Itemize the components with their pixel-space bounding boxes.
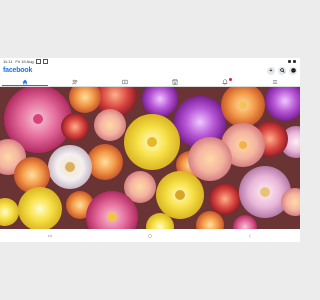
marketplace-icon — [172, 78, 178, 85]
tab-menu[interactable] — [250, 77, 300, 86]
home-button-icon — [148, 233, 152, 238]
friends-icon — [72, 79, 78, 84]
header-actions: + — [267, 66, 297, 75]
add-label: + — [269, 67, 273, 74]
facebook-logo[interactable]: facebook — [3, 65, 32, 76]
tab-watch[interactable] — [100, 77, 150, 86]
app-header: facebook + — [0, 65, 300, 76]
video-icon — [122, 79, 128, 84]
create-post-button[interactable]: + — [267, 66, 275, 75]
search-button[interactable] — [278, 66, 286, 75]
back-button[interactable] — [240, 229, 260, 242]
recents-icon — [48, 234, 52, 237]
menu-icon — [272, 79, 278, 84]
tab-friends[interactable] — [50, 77, 100, 86]
dahlia-photo — [0, 87, 300, 229]
back-icon — [248, 233, 251, 238]
status-time: 11:11 — [3, 59, 13, 64]
messenger-button[interactable] — [289, 66, 297, 75]
search-icon — [279, 68, 285, 73]
status-indicators — [288, 58, 296, 65]
tab-notifications[interactable] — [200, 77, 250, 86]
tab-marketplace[interactable] — [150, 77, 200, 86]
bell-icon — [222, 78, 228, 85]
system-nav-bar — [0, 229, 300, 242]
messenger-icon — [290, 68, 296, 73]
status-date: Fri 19 Aug — [15, 59, 34, 64]
home-button[interactable] — [140, 229, 160, 242]
recents-button[interactable] — [40, 229, 60, 242]
post-photo[interactable] — [0, 87, 300, 229]
notification-badge — [229, 78, 232, 81]
app-screen: 11:11 Fri 19 Aug facebook + — [0, 58, 300, 242]
notification-icon — [35, 59, 41, 64]
tab-home[interactable] — [0, 77, 50, 86]
tab-bar — [0, 77, 300, 87]
wifi-icon — [288, 60, 291, 63]
battery-icon — [293, 60, 296, 63]
notification-icon — [42, 59, 48, 64]
status-bar: 11:11 Fri 19 Aug — [0, 58, 300, 65]
home-icon — [22, 79, 28, 84]
